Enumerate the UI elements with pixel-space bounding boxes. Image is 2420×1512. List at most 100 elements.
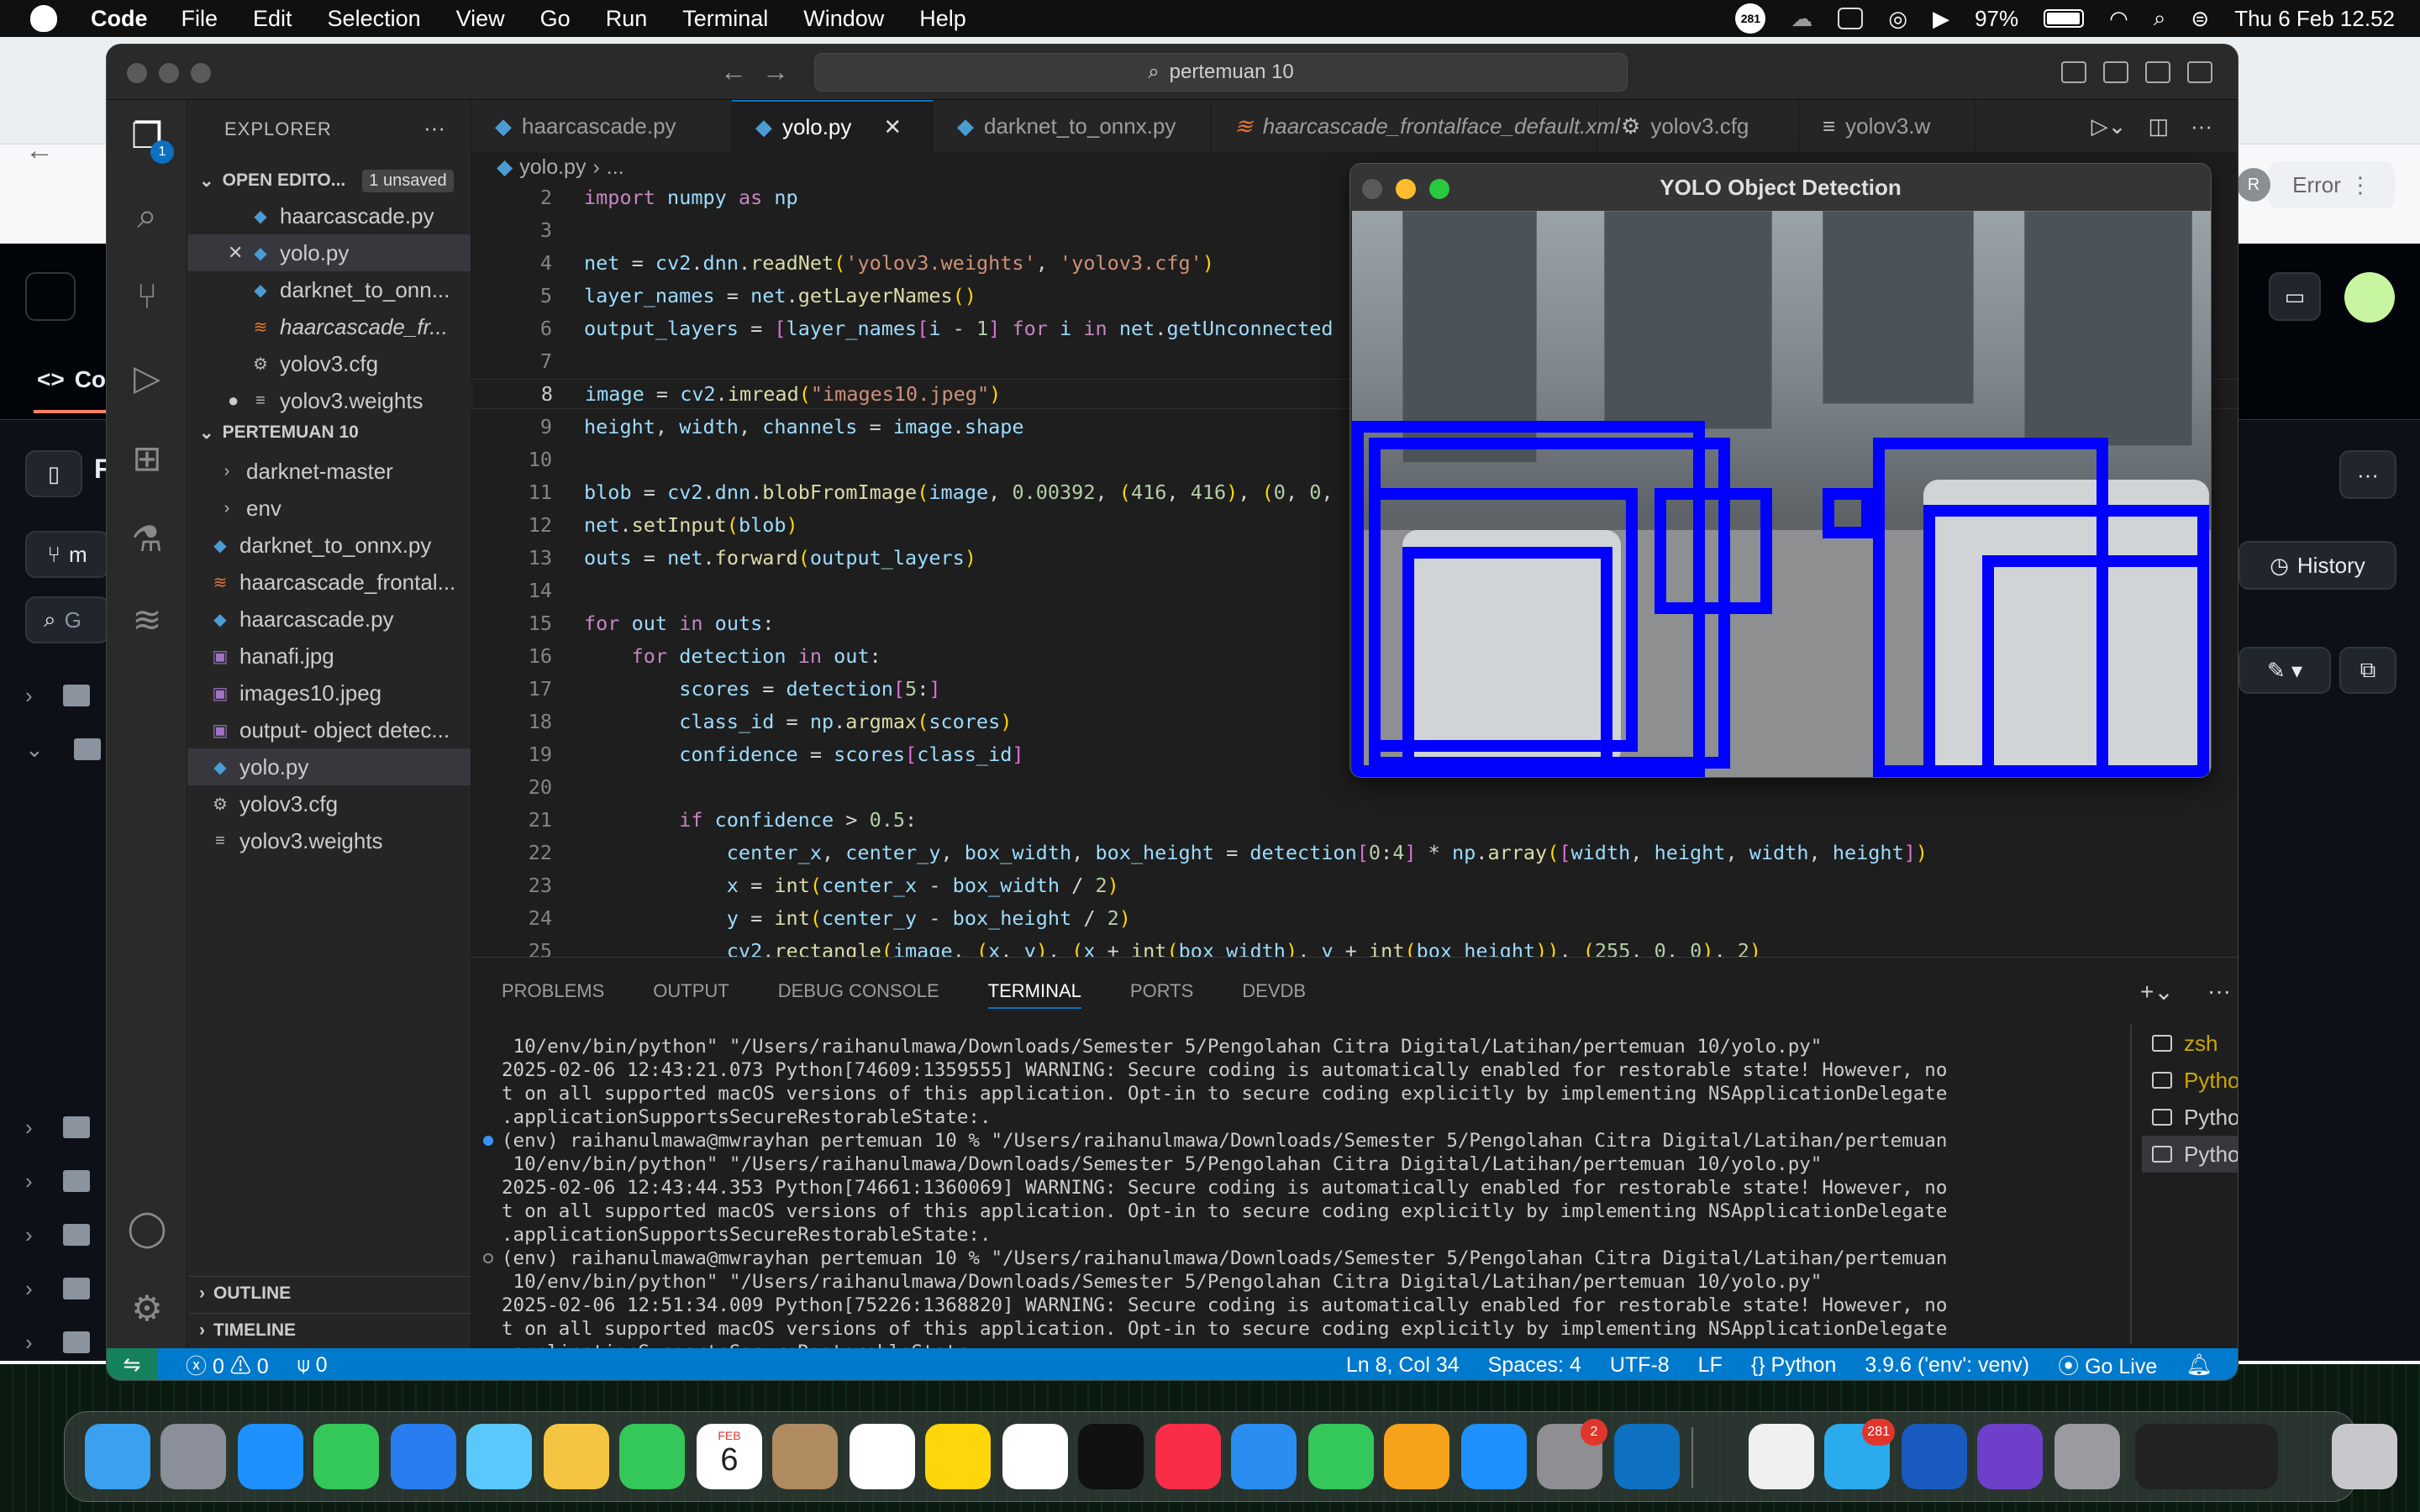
folder-item[interactable]: ⌄	[25, 732, 109, 766]
folder-item[interactable]: ›	[25, 1110, 109, 1144]
editor-tab[interactable]: ◆ darknet_to_onnx.py	[934, 100, 1211, 152]
file-item[interactable]: ≡ yolov3.weights	[187, 822, 471, 859]
close-window-icon[interactable]	[1362, 179, 1382, 199]
history-button[interactable]: ◷ History	[2238, 541, 2396, 590]
facetime-icon[interactable]	[619, 1424, 685, 1489]
cursor-position[interactable]: Ln 8, Col 34	[1346, 1353, 1460, 1378]
code-line[interactable]: 18 class_id = np.argmax(scores)	[471, 706, 1013, 737]
source-control-icon[interactable]: ⑂	[124, 273, 171, 320]
menu-selection[interactable]: Selection	[328, 6, 421, 32]
code-line[interactable]: 4 net = cv2.dnn.readNet('yolov3.weights',…	[471, 248, 1214, 278]
panel-tab[interactable]: PORTS	[1130, 980, 1193, 1002]
terminal-instance[interactable]: Python⚠	[2142, 1062, 2238, 1099]
menu-file[interactable]: File	[182, 6, 218, 32]
rocket-icon[interactable]	[2054, 1424, 2120, 1489]
app-menu[interactable]: Code	[91, 6, 148, 32]
testing-icon[interactable]: ⚗	[124, 515, 171, 562]
terminal-output[interactable]: 10/env/bin/python" "/Users/raihanulmawa/…	[483, 1035, 2014, 1380]
chrome-icon[interactable]	[1749, 1424, 1814, 1489]
code-line[interactable]: 3	[471, 215, 552, 245]
control-center-icon[interactable]: ⊜	[2191, 6, 2209, 32]
cloud-icon[interactable]: ☁	[1791, 6, 1812, 32]
open-editor-item[interactable]: ◆ haarcascade.py	[187, 197, 471, 234]
file-search-input[interactable]: ⌕ G	[25, 596, 109, 643]
launchpad-icon[interactable]	[160, 1424, 226, 1489]
remote-indicator-icon[interactable]: ⇋	[107, 1348, 157, 1380]
open-editors-header[interactable]: ⌄ OPEN EDITO... 1 unsaved	[187, 164, 471, 197]
battery-icon[interactable]	[2044, 9, 2085, 28]
code-line[interactable]: 15 for out in outs:	[471, 608, 775, 638]
toggle-primary-sidebar-icon[interactable]	[2061, 61, 2086, 83]
back-icon[interactable]: ←	[25, 134, 54, 167]
menu-go[interactable]: Go	[540, 6, 571, 32]
file-item[interactable]: ▣ output- object detec...	[187, 711, 471, 748]
editor-tab[interactable]: ⚙ yolov3.cfg	[1597, 100, 1799, 152]
more-options-icon[interactable]: ···	[2339, 450, 2396, 499]
explorer-icon[interactable]: ❐ 1	[124, 112, 174, 164]
github-desktop-icon[interactable]	[1977, 1424, 2043, 1489]
folder-item[interactable]: ›	[25, 1218, 109, 1252]
minimize-window-icon[interactable]	[159, 63, 179, 83]
editor-tab[interactable]: ≋ haarcascade_frontalface_default.xml	[1211, 100, 1620, 152]
terminal-instance[interactable]: Python	[2142, 1099, 2238, 1136]
code-line[interactable]: 14	[471, 575, 552, 606]
account-icon[interactable]: ◯	[124, 1204, 171, 1251]
open-editor-item[interactable]: ✕ ◆ yolo.py	[187, 234, 471, 271]
code-line[interactable]: 21 if confidence > 0.5:	[471, 805, 918, 835]
photos-icon[interactable]	[544, 1424, 609, 1489]
language-mode[interactable]: {} Python	[1751, 1353, 1837, 1378]
editor-tab[interactable]: ◆ yolo.py ✕	[732, 100, 934, 152]
wifi-icon[interactable]: ◠	[2109, 6, 2128, 32]
notes-icon[interactable]	[925, 1424, 991, 1489]
screen-icon[interactable]	[1838, 8, 1864, 29]
editor-tab[interactable]: ◆ haarcascade.py	[471, 100, 732, 152]
folder-item[interactable]: ›	[25, 1326, 109, 1359]
breadcrumb-symbol[interactable]: ...	[607, 155, 624, 180]
run-debug-icon[interactable]: ▷	[124, 354, 171, 401]
menu-help[interactable]: Help	[919, 6, 966, 32]
sidebar-toggle-icon[interactable]: ▯	[25, 450, 82, 497]
apple-icon[interactable]	[30, 5, 57, 32]
hamburger-icon[interactable]	[25, 272, 76, 321]
outline-header[interactable]: › OUTLINE	[187, 1276, 471, 1310]
customize-layout-icon[interactable]	[2187, 61, 2212, 83]
python-interpreter[interactable]: 3.9.6 ('env': venv)	[1865, 1353, 2029, 1378]
close-window-icon[interactable]	[127, 63, 147, 83]
reminders-icon[interactable]	[850, 1424, 915, 1489]
folder-item[interactable]: › env	[187, 490, 471, 527]
airdrop-icon[interactable]: ◎	[1888, 6, 1907, 32]
mail-icon[interactable]	[391, 1424, 456, 1489]
maximize-window-icon[interactable]	[1429, 179, 1449, 199]
toggle-panel-icon[interactable]	[2103, 61, 2128, 83]
panel-divider[interactable]	[2130, 1025, 2132, 1344]
code-line[interactable]: 12 net.setInput(blob)	[471, 510, 798, 540]
settings-gear-icon[interactable]: ⚙	[124, 1284, 171, 1331]
system-settings-icon[interactable]: 2	[1537, 1419, 1607, 1489]
folder-item[interactable]: ›	[25, 679, 109, 712]
file-item[interactable]: ≋ haarcascade_frontal...	[187, 564, 471, 601]
calendar-icon[interactable]: FEB 6	[697, 1424, 762, 1489]
file-item[interactable]: ▣ hanafi.jpg	[187, 638, 471, 675]
open-editor-item[interactable]: ≋ haarcascade_fr...	[187, 308, 471, 345]
code-line[interactable]: 24 y = int(center_y - box_height / 2)	[471, 903, 1131, 933]
problems-status[interactable]: ⓧ 0 ⚠ 0	[186, 1350, 269, 1380]
trash-icon[interactable]	[2332, 1424, 2397, 1489]
word-icon[interactable]	[1902, 1424, 1967, 1489]
numbers-icon[interactable]	[1308, 1424, 1374, 1489]
toggle-secondary-sidebar-icon[interactable]	[2145, 61, 2170, 83]
panel-tab[interactable]: DEBUG CONSOLE	[778, 980, 939, 1002]
maximize-window-icon[interactable]	[191, 63, 211, 83]
code-line[interactable]: 17 scores = detection[5:]	[471, 674, 941, 704]
pages-icon[interactable]	[1384, 1424, 1449, 1489]
avatar[interactable]: R	[2237, 168, 2270, 202]
notification-badge-icon[interactable]: 281	[1735, 3, 1766, 34]
folder-header[interactable]: ⌄ PERTEMUAN 10	[187, 416, 471, 449]
code-line[interactable]: 13 outs = net.forward(output_layers)	[471, 543, 976, 573]
file-item[interactable]: ▣ images10.jpeg	[187, 675, 471, 711]
code-line[interactable]: 22 center_x, center_y, box_width, box_he…	[471, 837, 1928, 868]
telegram-icon[interactable]: 281	[1824, 1419, 1895, 1489]
notifications-bell-icon[interactable]: 🔔︎	[2186, 1353, 2212, 1378]
open-editor-item[interactable]: ◆ darknet_to_onn...	[187, 271, 471, 308]
maps-icon[interactable]	[466, 1424, 532, 1489]
code-line[interactable]: 11 blob = cv2.dnn.blobFromImage(image, 0.…	[471, 477, 1334, 507]
